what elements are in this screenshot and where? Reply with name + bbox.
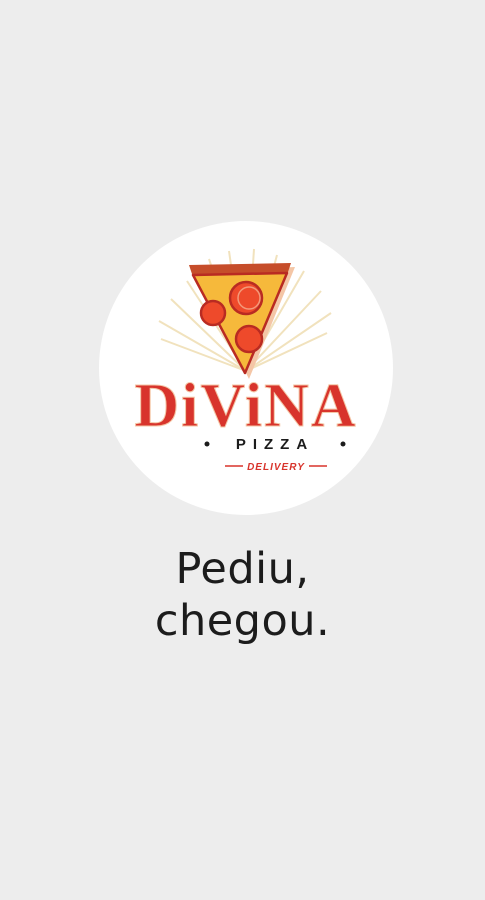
logo-brand-name: DiViNA — [134, 372, 357, 440]
logo-dot-right — [340, 441, 346, 447]
divina-pizza-logo: DiViNA PIZZA DELIVERY — [134, 248, 357, 473]
logo-sub-name: PIZZA — [236, 436, 314, 453]
logo-service-label: DELIVERY — [247, 462, 305, 473]
logo-dot-left — [204, 441, 210, 447]
pizza-slice-icon — [189, 263, 295, 379]
tagline-line-2: chegou. — [154, 596, 331, 646]
tagline: Pediu, chegou. — [0, 543, 485, 647]
tagline-line-1: Pediu, — [175, 544, 310, 594]
splash-screen: DiViNA PIZZA DELIVERY Pediu, chegou. — [0, 0, 485, 900]
logo-badge: DiViNA PIZZA DELIVERY — [99, 221, 393, 515]
